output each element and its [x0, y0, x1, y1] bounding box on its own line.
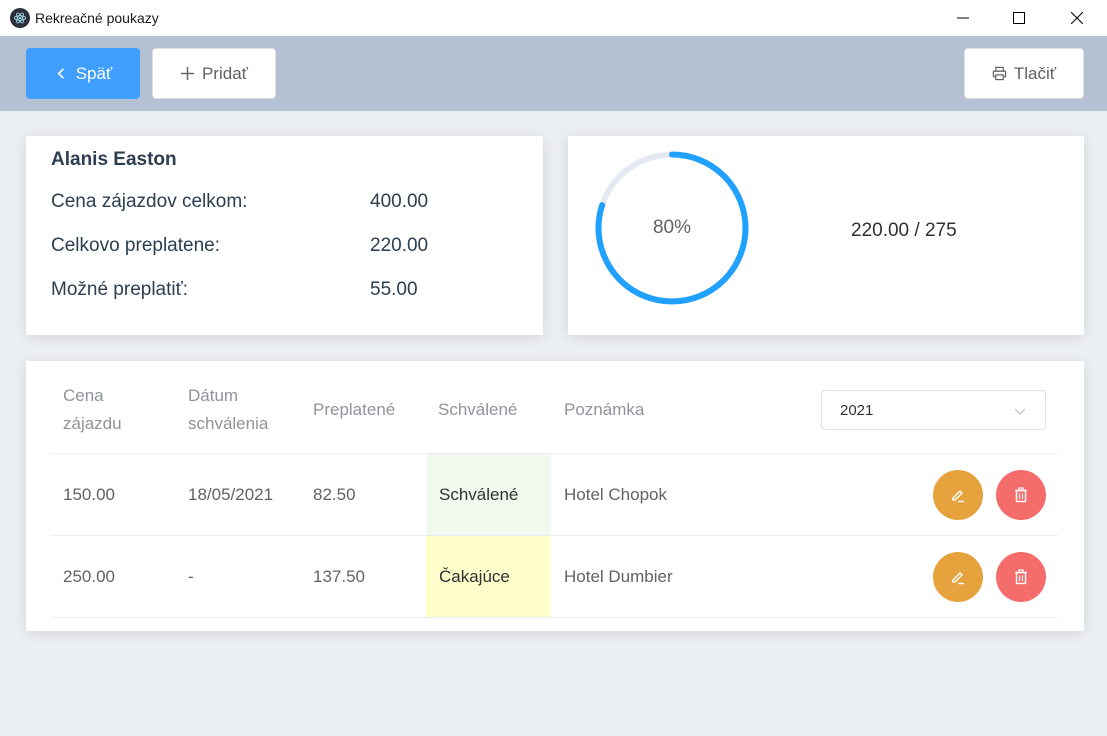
edit-button[interactable]	[933, 552, 983, 602]
chevron-down-icon	[1014, 408, 1026, 415]
summary-card: Alanis Easton Cena zájazdov celkom: 400.…	[26, 136, 543, 335]
reimbursed-value: 220.00	[370, 235, 429, 256]
minimize-icon	[957, 17, 969, 19]
window-titlebar: Rekreačné poukazy	[0, 0, 1107, 36]
year-select[interactable]: 2021	[821, 390, 1046, 430]
delete-button[interactable]	[996, 552, 1046, 602]
close-button[interactable]	[1054, 0, 1100, 36]
chevron-left-icon	[54, 66, 69, 81]
row-divider	[51, 535, 1058, 536]
close-icon	[1071, 12, 1083, 24]
maximize-icon	[1013, 12, 1025, 24]
progress-summary: 220.00 / 275	[851, 220, 957, 241]
printer-icon	[992, 66, 1007, 81]
total-price-value: 400.00	[370, 191, 429, 212]
minimize-button[interactable]	[940, 0, 986, 36]
progress-card: 80% 220.00 / 275	[568, 136, 1084, 335]
progress-percent: 80%	[652, 217, 692, 238]
vouchers-table: Cena zájazdu Dátum schválenia Preplatené…	[26, 361, 1084, 631]
toolbar: Späť Pridať Tlačiť	[0, 36, 1107, 111]
trash-icon	[1015, 487, 1027, 503]
cell-price: 150.00	[63, 485, 115, 504]
header-price: Cena zájazdu	[63, 386, 122, 433]
header-reimbursed: Preplatené	[313, 400, 396, 419]
electron-icon	[10, 8, 30, 28]
cell-date: -	[188, 567, 194, 586]
delete-button[interactable]	[996, 470, 1046, 520]
reimbursed-label: Celkovo preplatene:	[51, 235, 220, 256]
row-divider	[51, 453, 1058, 454]
edit-button[interactable]	[933, 470, 983, 520]
cell-note: Hotel Dumbier	[564, 567, 673, 586]
maximize-button[interactable]	[996, 0, 1042, 36]
status-badge: Čakajúce	[426, 536, 551, 617]
cell-note: Hotel Chopok	[564, 485, 668, 504]
person-name: Alanis Easton	[51, 149, 177, 170]
total-price-label: Cena zájazdov celkom:	[51, 191, 248, 212]
header-note: Poznámka	[564, 400, 645, 419]
plus-icon	[180, 66, 195, 81]
remaining-label: Možné preplatiť:	[51, 279, 189, 300]
add-button[interactable]: Pridať	[152, 48, 276, 99]
cell-reimbursed: 137.50	[313, 567, 365, 586]
header-approved: Schválené	[438, 400, 518, 419]
cell-date: 18/05/2021	[188, 485, 274, 504]
print-button[interactable]: Tlačiť	[964, 48, 1084, 99]
header-date: Dátum schválenia	[188, 386, 269, 433]
edit-icon	[952, 572, 964, 585]
add-label: Pridať	[201, 63, 249, 83]
cell-price: 250.00	[63, 567, 115, 586]
year-select-value: 2021	[840, 401, 874, 419]
remaining-value: 55.00	[370, 279, 418, 300]
row-divider	[51, 617, 1058, 618]
status-badge: Schválené	[426, 454, 551, 535]
back-label: Späť	[75, 63, 113, 83]
print-label: Tlačiť	[1013, 63, 1057, 83]
edit-icon	[952, 490, 964, 503]
window-title: Rekreačné poukazy	[35, 10, 159, 26]
cell-reimbursed: 82.50	[313, 485, 356, 504]
back-button[interactable]: Späť	[26, 48, 140, 99]
trash-icon	[1015, 569, 1027, 585]
